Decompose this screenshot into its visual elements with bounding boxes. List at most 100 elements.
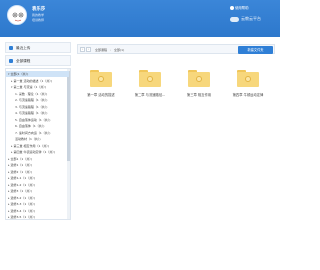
sidebar-item-label: 全部课程	[16, 59, 31, 63]
folder-icon	[237, 70, 259, 87]
course-badge-icon	[245, 76, 251, 82]
chevron-right-icon[interactable]: ▸	[8, 157, 10, 161]
folder-label: 第四章 牛顿运动定律	[232, 93, 264, 97]
clock-icon	[9, 46, 13, 50]
folder-icon	[188, 70, 210, 87]
tree-item[interactable]: 4. 与流速路程（1（共）)	[15, 110, 47, 116]
help-button[interactable]: 使用帮助	[230, 5, 249, 10]
tree-item[interactable]: 5. 自由落体运动（1（共）)	[15, 117, 50, 123]
user-name: 袁乐莎	[32, 7, 46, 12]
tree-item-label: 3. 与流速路程（1（共）)	[15, 104, 48, 109]
cloud-icon	[230, 16, 239, 22]
brand-label: 云教云平台	[241, 16, 261, 21]
tree-item-label: 第三章 相互作用（1（共）)	[13, 143, 50, 148]
chevron-right-icon[interactable]: ▸	[8, 183, 10, 187]
help-icon	[230, 6, 234, 10]
chevron-right-icon[interactable]: ▸	[8, 215, 10, 219]
tree-item[interactable]: 1. 采数 · 理论（1（共）)	[15, 91, 47, 97]
tree-item[interactable]: ▸选修3-5（1（共）)	[8, 214, 35, 219]
tree-item[interactable]: ▸第一章 活动的描述（1（共）)	[11, 78, 52, 84]
sidebar-item-recent[interactable]: 最近上传	[5, 42, 71, 53]
breadcrumb-item[interactable]: 全部(1)	[114, 48, 124, 52]
new-folder-label: 新建文件夹	[247, 48, 264, 52]
tree-item-label: 7. 速时间方向运（1（共）)	[15, 130, 51, 135]
help-label: 使用帮助	[235, 6, 249, 10]
tree-item-label: 选修2（1（共）)	[10, 169, 33, 174]
folder-label: 第二章 与流速路径...	[134, 93, 166, 97]
tree-item[interactable]: 7. 速时间方向运（1（共）)	[15, 130, 50, 136]
folder-label: 第一章 活动的描述	[87, 93, 115, 97]
tree-item-label: 第二章 与流速（1（共）)	[13, 85, 47, 89]
sidebar: 最近上传 全部课程 ▾全部(1（共）) ▸第一章 活动的描述（1（共）) ▾第二章 …	[5, 42, 71, 220]
tree-item[interactable]: ▾全部(1（共）)	[6, 71, 69, 77]
tree-item-label: 活动教材（1（共）)	[15, 137, 41, 141]
tree-item-label: 4. 与流速路程（1（共）)	[15, 111, 48, 115]
tree-scrollbar[interactable]	[67, 69, 70, 219]
folder-item[interactable]: 第二章 与流速路径...	[126, 65, 174, 105]
avatar-face-icon	[9, 7, 26, 24]
new-folder-button[interactable]: 新建文件夹	[238, 46, 273, 54]
app-window: 袁乐莎 我的教学 培训教师 使用帮助 云教云平台 最近上传 全部课程 ▾全部(1…	[0, 0, 280, 270]
chevron-right-icon[interactable]: ▸	[8, 196, 10, 200]
chevron-right-icon[interactable]: ▸	[8, 176, 10, 180]
tree-item[interactable]: ▸第四章 牛顿运动定律（1（共）)	[11, 149, 55, 155]
folder-icon	[139, 70, 161, 87]
chevron-right-icon[interactable]: ▸	[11, 79, 13, 83]
tree-item-label: 选修1-2（1（共）)	[10, 182, 35, 187]
tree-item[interactable]: ▸选修1-1（1（共）)	[8, 175, 35, 181]
sidebar-item-label: 最近上传	[16, 46, 31, 50]
tree-item-label: 全部(1（共）)	[10, 72, 29, 76]
tree-item-label: 全部1（1（共）)	[10, 156, 33, 161]
folder-icon	[90, 70, 112, 87]
folder-label: 第三章 相互作用	[186, 93, 212, 97]
chevron-right-icon[interactable]: ▸	[8, 163, 10, 167]
tree-item[interactable]: ▾第二章 与流速（1（共）)	[11, 84, 46, 90]
chevron-right-icon[interactable]: ▸	[8, 170, 10, 174]
tree-item[interactable]: ▸选修3-3（1（共）)	[8, 201, 35, 207]
tree-item[interactable]: ▸第三章 相互作用（1（共）)	[11, 143, 49, 149]
tree-item-label: 2. 与流速路程（1（共）)	[15, 98, 48, 102]
avatar[interactable]	[7, 5, 27, 25]
tree-item-label: 选修3-3（1（共）)	[10, 202, 35, 206]
chevron-down-icon[interactable]: ▾	[11, 85, 13, 89]
forward-button[interactable]: ›	[86, 47, 91, 52]
tree-item[interactable]: ▸选修3-4（1（共）)	[8, 208, 35, 214]
folder-grid: 第一章 活动的描述 第二章 与流速路径... 第三章 相互作用 第四章 牛顿运动定律	[77, 57, 275, 220]
tree-item[interactable]: 6. 自由落体（1（共）)	[15, 123, 44, 129]
tree-item[interactable]: ▸选修3（1（共）)	[8, 188, 32, 194]
header: 袁乐莎 我的教学 培训教师 使用帮助 云教云平台	[0, 0, 280, 37]
tree-item[interactable]: 活动教材（1（共）)	[15, 136, 41, 142]
chevron-down-icon[interactable]: ▾	[8, 72, 10, 76]
tree-item[interactable]: ▸选修2（1（共）)	[8, 169, 32, 175]
folder-item[interactable]: 第一章 活动的描述	[77, 65, 125, 105]
chevron-right-icon[interactable]: ▸	[11, 144, 13, 148]
sidebar-item-all-courses[interactable]: 全部课程	[5, 55, 71, 66]
course-badge-icon	[196, 76, 202, 82]
course-tree: ▾全部(1（共）) ▸第一章 活动的描述（1（共）) ▾第二章 与流速（1（共）) 1…	[5, 68, 71, 220]
tree-item-label: 6. 自由落体（1（共）)	[15, 124, 45, 128]
course-badge-icon	[147, 76, 153, 82]
tree-item-label: 选修1-1（1（共）)	[10, 176, 35, 180]
tree-item[interactable]: 2. 与流速路程（1（共）)	[15, 97, 47, 103]
tree-item-label: 1. 采数 · 理论（1（共）)	[15, 91, 48, 96]
chevron-right-icon[interactable]: ▸	[8, 209, 10, 213]
breadcrumb-item[interactable]: 全部课程	[95, 48, 107, 52]
tree-item-label: 选修1（1（共）)	[10, 163, 33, 167]
tree-item[interactable]: ▸全部1（1（共）)	[8, 156, 32, 162]
tree-item[interactable]: 3. 与流速路程（1（共）)	[15, 104, 47, 110]
folder-item[interactable]: 第四章 牛顿运动定律	[224, 65, 272, 105]
course-badge-icon	[98, 76, 104, 82]
tree-item[interactable]: ▸选修1（1（共）)	[8, 162, 32, 168]
tree-item[interactable]: ▸选修1-2（1（共）)	[8, 182, 35, 188]
folder-item[interactable]: 第三章 相互作用	[175, 65, 223, 105]
scrollbar-thumb[interactable]	[67, 71, 70, 161]
tree-item[interactable]: ▸选修3-2（1（共）)	[8, 195, 35, 201]
chevron-right-icon[interactable]: ▸	[8, 202, 10, 206]
brand-logo: 云教云平台	[230, 16, 261, 22]
tree-item-label: 选修3-5（1（共）)	[10, 215, 35, 219]
tree-item-label: 第一章 活动的描述（1（共）)	[13, 78, 53, 83]
back-button[interactable]: ‹	[80, 47, 85, 52]
folder-icon	[9, 59, 13, 63]
chevron-right-icon[interactable]: ▸	[11, 150, 13, 154]
chevron-right-icon[interactable]: ▸	[8, 189, 10, 193]
